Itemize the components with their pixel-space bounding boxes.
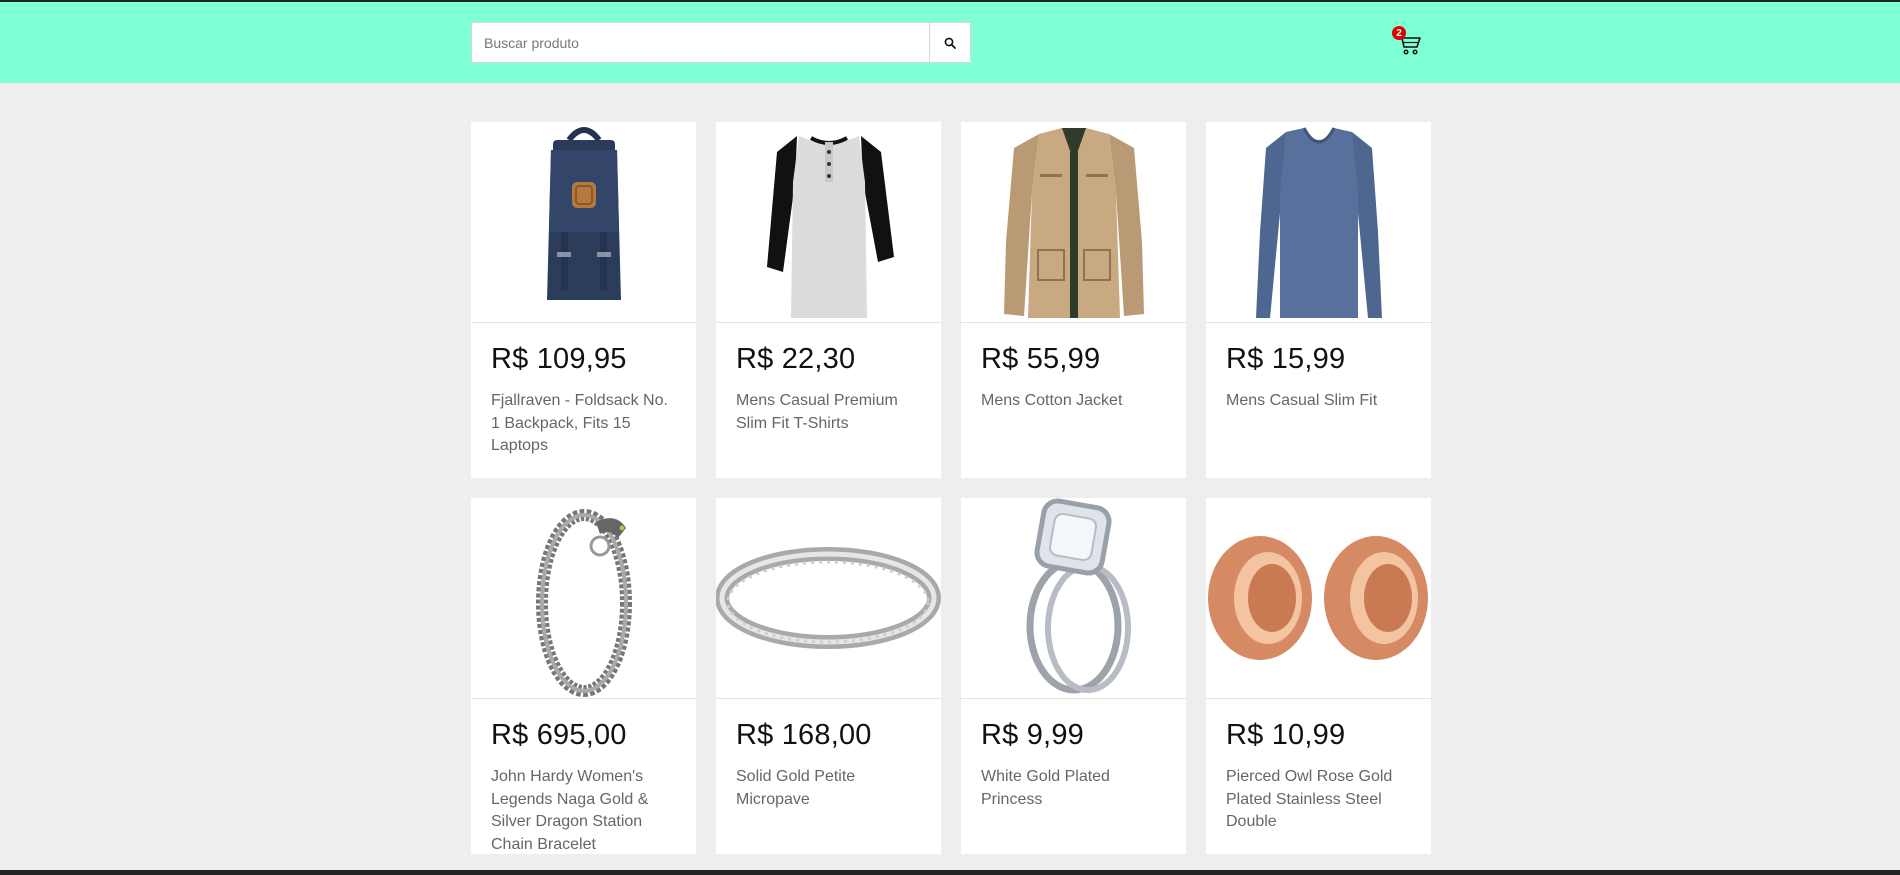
product-image[interactable] (471, 122, 696, 323)
engagement-ring-icon (1026, 498, 1131, 694)
product-grid: R$ 109,95 Fjallraven - Foldsack No. 1 Ba… (471, 122, 1431, 854)
product-card[interactable]: R$ 695,00 John Hardy Women's Legends Nag… (471, 498, 696, 854)
backpack-icon (546, 127, 621, 300)
product-price: R$ 168,00 (736, 719, 872, 751)
product-image[interactable] (471, 498, 696, 699)
ring-icon (716, 547, 941, 649)
product-card[interactable]: R$ 15,99 Mens Casual Slim Fit (1206, 122, 1431, 478)
product-price: R$ 15,99 (1226, 343, 1346, 375)
product-title: Mens Casual Premium Slim Fit T-Shirts (736, 392, 898, 432)
ear-plug-icon (1208, 536, 1428, 660)
product-card[interactable]: R$ 10,99 Pierced Owl Rose Gold Plated St… (1206, 498, 1431, 854)
bottom-border (0, 870, 1900, 875)
product-card[interactable]: R$ 168,00 Solid Gold Petite Micropave (716, 498, 941, 854)
cart-count-badge: 2 (1392, 26, 1406, 40)
product-title: Solid Gold Petite Micropave (736, 768, 856, 808)
product-image[interactable] (716, 498, 941, 699)
product-title: Mens Casual Slim Fit (1226, 392, 1378, 409)
search-input[interactable] (472, 23, 929, 62)
header: 2 (0, 2, 1900, 83)
product-price: R$ 109,95 (491, 343, 627, 375)
tshirt-icon (766, 136, 894, 318)
search-icon (944, 37, 956, 49)
product-price: R$ 695,00 (491, 719, 627, 751)
product-title: John Hardy Women's Legends Naga Gold & S… (491, 768, 649, 853)
product-image[interactable] (1206, 122, 1431, 323)
product-price: R$ 9,99 (981, 719, 1084, 751)
product-title: White Gold Plated Princess (981, 768, 1110, 808)
jacket-icon (1003, 128, 1144, 318)
product-title: Mens Cotton Jacket (981, 392, 1123, 409)
product-price: R$ 10,99 (1226, 719, 1346, 751)
search-button[interactable] (929, 23, 970, 62)
product-price: R$ 22,30 (736, 343, 856, 375)
cart-button[interactable]: 2 (1392, 26, 1424, 58)
product-image[interactable] (716, 122, 941, 323)
product-title: Pierced Owl Rose Gold Plated Stainless S… (1226, 768, 1393, 830)
product-card[interactable]: R$ 22,30 Mens Casual Premium Slim Fit T-… (716, 122, 941, 478)
product-image[interactable] (961, 122, 1186, 323)
product-card[interactable]: R$ 55,99 Mens Cotton Jacket (961, 122, 1186, 478)
product-card[interactable]: R$ 109,95 Fjallraven - Foldsack No. 1 Ba… (471, 122, 696, 478)
shirt-icon (1255, 127, 1382, 318)
product-image[interactable] (961, 498, 1186, 699)
product-title: Fjallraven - Foldsack No. 1 Backpack, Fi… (491, 392, 668, 454)
product-image[interactable] (1206, 498, 1431, 699)
product-price: R$ 55,99 (981, 343, 1101, 375)
bracelet-icon (535, 509, 632, 697)
search-bar (471, 22, 971, 63)
product-card[interactable]: R$ 9,99 White Gold Plated Princess (961, 498, 1186, 854)
